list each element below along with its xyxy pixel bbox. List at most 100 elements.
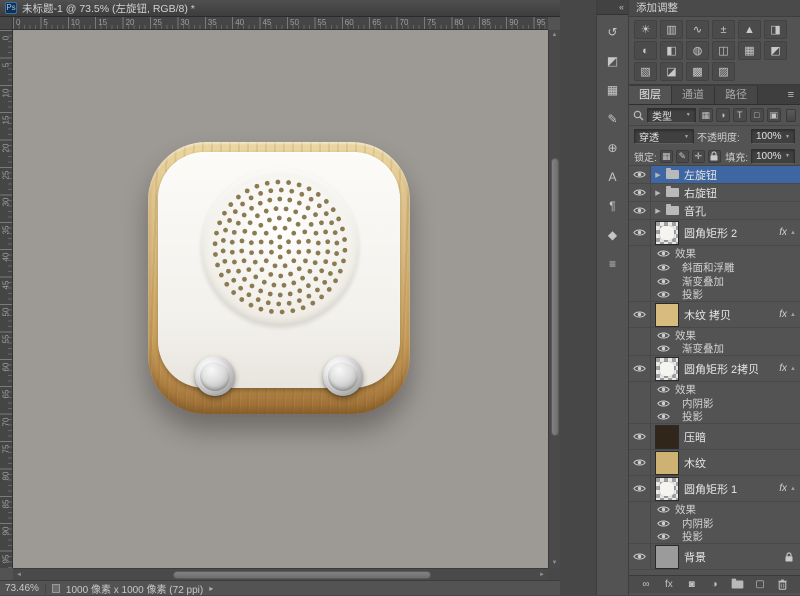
disclosure-triangle-icon[interactable]: ▶	[653, 171, 663, 179]
effect-row[interactable]: 渐变叠加	[629, 274, 800, 288]
filter-adjustment-layers-icon[interactable]: ◑	[716, 108, 730, 122]
curves-icon[interactable]: ∿	[686, 20, 709, 39]
scroll-left-icon[interactable]: ◄	[16, 572, 22, 578]
exposure-icon[interactable]: ±	[712, 20, 735, 39]
visibility-toggle[interactable]	[629, 166, 651, 183]
effects-header-row[interactable]: 效果	[629, 246, 800, 260]
opacity-dropdown[interactable]: 100% ▼	[751, 129, 795, 144]
layer-row[interactable]: 压暗	[629, 424, 800, 450]
fx-badge[interactable]: fx	[779, 363, 787, 374]
visibility-toggle[interactable]	[629, 356, 651, 381]
visibility-toggle[interactable]	[657, 532, 670, 541]
blend-mode-dropdown[interactable]: 穿透 ▼	[634, 129, 694, 144]
vibrance-icon[interactable]: ▲	[738, 20, 761, 39]
expand-panels-button[interactable]: «	[597, 0, 628, 15]
filter-pixel-layers-icon[interactable]: ▦	[699, 108, 713, 122]
status-options-arrow[interactable]: ▸	[209, 584, 213, 593]
vertical-scroll-thumb[interactable]	[551, 158, 559, 436]
3d-panel-icon[interactable]: ◆	[602, 225, 624, 245]
visibility-toggle[interactable]	[657, 412, 670, 421]
visibility-toggle[interactable]	[629, 220, 651, 245]
visibility-toggle[interactable]	[657, 399, 670, 408]
lock-all-icon[interactable]	[708, 150, 721, 163]
fx-collapse-icon[interactable]: ▲	[790, 230, 796, 236]
visibility-toggle[interactable]	[657, 249, 670, 258]
fx-collapse-icon[interactable]: ▲	[790, 486, 796, 492]
photo-filter-icon[interactable]: ◍	[686, 41, 709, 60]
document-title-bar[interactable]: Ps 未标题-1 @ 73.5% (左旋钮, RGB/8) *	[0, 0, 560, 17]
filter-type-dropdown[interactable]: 类型 ▼	[647, 108, 696, 123]
effect-row[interactable]: 投影	[629, 530, 800, 544]
lock-position-icon[interactable]: ✛	[692, 150, 705, 163]
fx-collapse-icon[interactable]: ▲	[790, 366, 796, 372]
layer-row[interactable]: 圆角矩形 2fx▲	[629, 220, 800, 246]
layer-thumbnail[interactable]	[655, 477, 679, 501]
lock-transparency-icon[interactable]: ▦	[660, 150, 673, 163]
visibility-toggle[interactable]	[657, 331, 670, 340]
paragraph-panel-icon[interactable]: ¶	[602, 196, 624, 216]
ruler-origin-corner[interactable]	[0, 17, 13, 30]
tab-paths[interactable]: 路径	[715, 86, 758, 104]
visibility-toggle[interactable]	[629, 476, 651, 501]
canvas-area[interactable]	[13, 30, 548, 568]
swatches-panel-icon[interactable]: ▦	[602, 80, 624, 100]
lock-pixels-icon[interactable]: ✎	[676, 150, 689, 163]
panel-menu-icon[interactable]: ≡	[782, 86, 800, 104]
horizontal-scrollbar[interactable]: ◄ ►	[13, 568, 548, 580]
effect-row[interactable]: 斜面和浮雕	[629, 260, 800, 274]
visibility-toggle[interactable]	[629, 450, 651, 475]
history-panel-icon[interactable]: ↺	[602, 22, 624, 42]
effects-header-row[interactable]: 效果	[629, 382, 800, 396]
effects-header-row[interactable]: 效果	[629, 328, 800, 342]
layer-row[interactable]: 圆角矩形 2拷贝fx▲	[629, 356, 800, 382]
tab-channels[interactable]: 通道	[672, 86, 715, 104]
layer-group-row[interactable]: ▶音孔	[629, 202, 800, 220]
layer-filter-switch[interactable]	[786, 109, 796, 122]
zoom-level-field[interactable]: 73.46%	[5, 583, 46, 594]
visibility-toggle[interactable]	[657, 263, 670, 272]
selective-color-icon[interactable]: ▨	[712, 62, 735, 81]
visibility-toggle[interactable]	[657, 385, 670, 394]
filter-type-layers-icon[interactable]: T	[733, 108, 747, 122]
visibility-toggle[interactable]	[629, 202, 651, 219]
effect-row[interactable]: 投影	[629, 410, 800, 424]
effect-row[interactable]: 投影	[629, 288, 800, 302]
background-layer-row[interactable]: 背景	[629, 544, 800, 570]
add-layer-style-icon[interactable]: fx	[662, 578, 676, 592]
hue-saturation-icon[interactable]: ◨	[764, 20, 787, 39]
visibility-toggle[interactable]	[657, 519, 670, 528]
layer-row[interactable]: 木纹 拷贝fx▲	[629, 302, 800, 328]
tab-layers[interactable]: 图层	[629, 86, 672, 104]
visibility-toggle[interactable]	[657, 277, 670, 286]
layer-thumbnail[interactable]	[655, 545, 679, 569]
layer-group-row[interactable]: ▶右旋钮	[629, 184, 800, 202]
posterize-icon[interactable]: ▧	[634, 62, 657, 81]
visibility-toggle[interactable]	[629, 184, 651, 201]
effect-row[interactable]: 内阴影	[629, 516, 800, 530]
color-lookup-icon[interactable]: ▦	[738, 41, 761, 60]
fx-badge[interactable]: fx	[779, 309, 787, 320]
visibility-toggle[interactable]	[657, 344, 670, 353]
layer-thumbnail[interactable]	[655, 425, 679, 449]
brightness-contrast-icon[interactable]: ☀	[634, 20, 657, 39]
new-group-icon[interactable]	[730, 578, 744, 592]
new-layer-icon[interactable]: ▢	[753, 578, 767, 592]
character-panel-icon[interactable]: A	[602, 167, 624, 187]
layer-thumbnail[interactable]	[655, 357, 679, 381]
scroll-up-icon[interactable]: ▲	[549, 32, 560, 38]
scroll-down-icon[interactable]: ▼	[549, 560, 560, 566]
delete-layer-icon[interactable]	[776, 578, 790, 592]
fx-badge[interactable]: fx	[779, 483, 787, 494]
vertical-scrollbar[interactable]: ▲ ▼	[548, 30, 560, 568]
visibility-toggle[interactable]	[629, 424, 651, 449]
visibility-toggle[interactable]	[657, 505, 670, 514]
link-layers-icon[interactable]: ∞	[639, 578, 653, 592]
visibility-toggle[interactable]	[629, 302, 651, 327]
add-layer-mask-icon[interactable]: ◙	[685, 578, 699, 592]
levels-icon[interactable]: ▥	[660, 20, 683, 39]
effect-row[interactable]: 内阴影	[629, 396, 800, 410]
ruler-vertical[interactable]: 05101520253035404550556065707580859095	[0, 30, 13, 568]
visibility-toggle[interactable]	[657, 290, 670, 299]
threshold-icon[interactable]: ◪	[660, 62, 683, 81]
new-adjustment-layer-icon[interactable]: ◑	[707, 578, 721, 592]
